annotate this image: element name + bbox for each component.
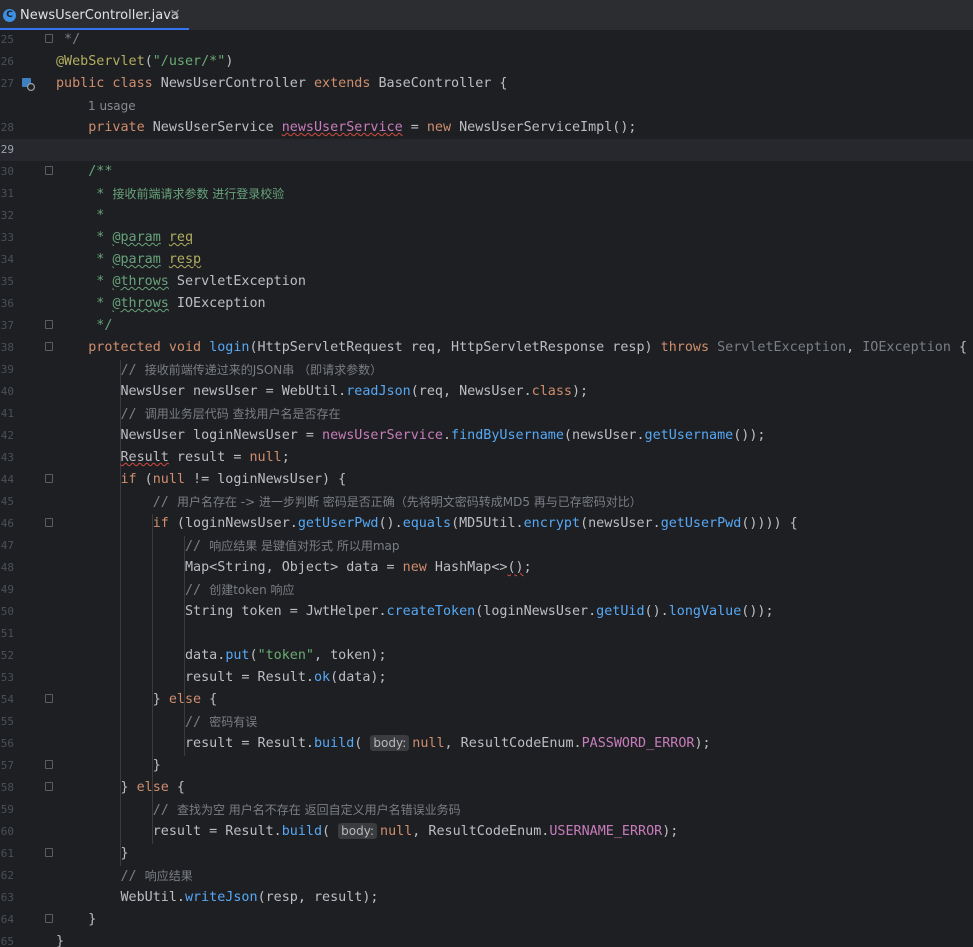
code-line: 52 data.put("token", token); [0,648,387,663]
fold-marker-icon[interactable] [45,760,53,769]
code-line: 27 public class NewsUserController exten… [0,76,508,91]
code-line: 62 // 响应结果 [0,869,193,884]
code-line: 56 result = Result.build( body: null, Res… [0,735,711,751]
code-line: 32 * [0,208,105,223]
code-line: 36 * @throws IOException [0,296,266,311]
fold-marker-icon[interactable] [45,518,53,527]
usage-hint[interactable]: 1 usage [88,95,136,117]
close-icon[interactable]: × [169,6,181,22]
code-line: 64 } [0,912,97,927]
editor-tab-bar: C NewsUserController.java × [0,0,973,31]
code-line: 38 protected void login(HttpServletReque… [0,340,968,355]
fold-marker-icon[interactable] [45,34,53,43]
code-line: 63 WebUtil.writeJson(resp, result); [0,890,379,905]
code-line: 50 String token = JwtHelper.createToken(… [0,604,774,619]
code-line: 31 * 接收前端请求参数 进行登录校验 [0,187,285,202]
java-class-icon: C [3,8,16,22]
code-line: 43 Result result = null; [0,450,290,465]
code-line: 51 [0,627,14,640]
code-line: 44 if (null != loginNewsUser) { [0,472,347,487]
code-editor[interactable]: 25 */ 26 @WebServlet("/user/*") 27 publi… [0,30,973,947]
code-line: 39 // 接收前端传递过来的JSON串 （即请求参数） [0,363,383,378]
code-line: 26 @WebServlet("/user/*") [0,54,234,69]
code-line: 65 } [0,934,65,947]
param-hint: body: [338,823,378,839]
code-line: 61 } [0,846,129,861]
code-line: 30 /** [0,164,113,179]
current-line: 29 [0,139,973,161]
fold-marker-icon[interactable] [45,782,53,791]
code-line: 35 * @throws ServletException [0,274,306,289]
fold-marker-icon[interactable] [45,166,53,175]
code-line: 58 } else { [0,780,185,795]
code-line: 46 if (loginNewsUser.getUserPwd().equals… [0,516,798,531]
code-line: 45 // 用户名存在 -> 进一步判断 密码是否正确（先将明文密码转成MD5 … [0,495,642,510]
code-line: 59 // 查找为空 用户名不存在 返回自定义用户名错误业务码 [0,803,461,818]
param-hint: body: [370,735,410,751]
code-line: 48 Map<String, Object> data = new HashMa… [0,560,532,575]
fold-marker-icon[interactable] [45,474,53,483]
code-line: 42 NewsUser loginNewsUser = newsUserServ… [0,428,766,443]
code-line: 34 * @param resp [0,252,202,267]
tab-filename: NewsUserController.java [20,7,179,23]
fold-marker-icon[interactable] [45,914,53,923]
code-line: 37 */ [0,318,113,333]
code-line: 57 } [0,758,161,773]
code-line: 60 result = Result.build( body: null, Res… [0,823,679,839]
servlet-run-icon[interactable] [21,77,35,91]
fold-marker-icon[interactable] [45,848,53,857]
tab-newsusercontroller[interactable]: C NewsUserController.java × [0,0,189,30]
code-line: 49 // 创建token 响应 [0,583,295,598]
code-line: 53 result = Result.ok(data); [0,670,387,685]
fold-marker-icon[interactable] [45,694,53,703]
code-line: 28 private NewsUserService newsUserServi… [0,120,637,135]
code-line: 55 // 密码有误 [0,715,258,730]
code-line: 41 // 调用业务层代码 查找用户名是否存在 [0,407,341,422]
fold-marker-icon[interactable] [45,320,53,329]
code-line: 47 // 响应结果 是键值对形式 所以用map [0,539,400,554]
usage-hint-row: 1 usage [0,95,973,117]
code-line: 40 NewsUser newsUser = WebUtil.readJson(… [0,384,589,399]
fold-marker-icon[interactable] [45,342,53,351]
code-line: 33 * @param req [0,230,194,245]
code-line: 54 } else { [0,692,218,707]
code-line: 25 */ [0,32,81,47]
